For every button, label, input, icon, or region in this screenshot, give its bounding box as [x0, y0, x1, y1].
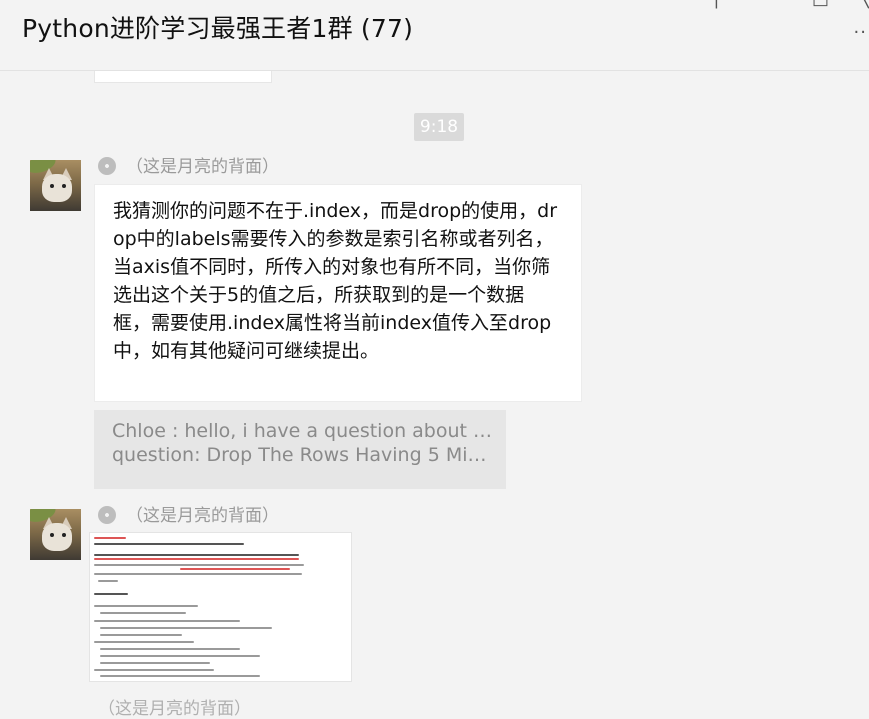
quoted-message[interactable]: Chloe : hello, i have a question about i… — [94, 410, 506, 489]
code-screenshot-image[interactable] — [89, 532, 352, 682]
maximize-icon[interactable]: □ — [812, 0, 829, 9]
message-bubble[interactable]: 我猜测你的问题不在于.index，而是drop的使用，drop中的labels需… — [94, 184, 582, 402]
emoji-badge-icon — [98, 157, 116, 175]
cat-avatar[interactable] — [30, 160, 81, 211]
sender-name: （这是月亮的背面） — [98, 501, 279, 526]
next-sender-name-partial: （这是月亮的背面） — [98, 694, 251, 719]
cat-avatar[interactable] — [30, 509, 81, 560]
emoji-badge-icon — [98, 506, 116, 524]
message-timestamp: 9:18 — [414, 113, 464, 141]
quote-line-2: question: Drop The Rows Having 5 Missin.… — [112, 444, 496, 466]
sender-name-text: （这是月亮的背面） — [126, 157, 279, 177]
chat-header: Python进阶学习最强王者1群 (77) ╤ □ ╲ ·· — [0, 0, 869, 71]
sender-name: （这是月亮的背面） — [98, 152, 279, 177]
quote-line-1: Chloe : hello, i have a question about i… — [112, 420, 496, 442]
message-text: 我猜测你的问题不在于.index，而是drop的使用，drop中的labels需… — [113, 200, 558, 362]
pin-icon[interactable]: ╤ — [711, 0, 722, 9]
more-icon[interactable]: ·· — [854, 22, 867, 43]
chat-title: Python进阶学习最强王者1群 (77) — [22, 14, 414, 43]
close-icon[interactable]: ╲ — [858, 0, 869, 9]
next-sender-text: （这是月亮的背面） — [98, 699, 251, 719]
sender-name-text: （这是月亮的背面） — [126, 506, 279, 526]
